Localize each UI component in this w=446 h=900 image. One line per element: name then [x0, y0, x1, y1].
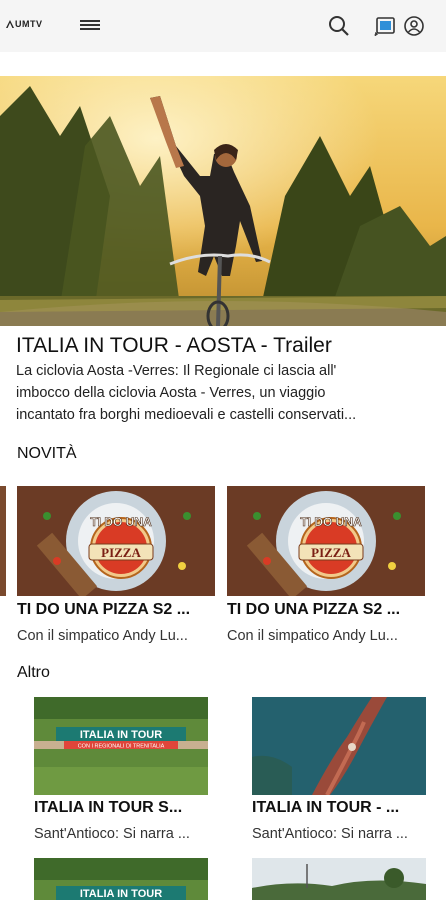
thumb-text: PIZZA [101, 545, 141, 560]
thumb-text: PIZZA [311, 545, 351, 560]
section-title-altro: Altro [17, 664, 50, 681]
altro-card-2-subtitle: Sant'Antioco: Si narra ... [252, 826, 408, 842]
hero-description-line: La ciclovia Aosta -Verres: Il Regionale … [16, 363, 337, 379]
hero-title[interactable]: ITALIA IN TOUR - AOSTA - Trailer [16, 334, 332, 358]
thumb-text: CON I REGIONALI DI TRENITALIA [78, 744, 165, 750]
altro-card-1-title[interactable]: ITALIA IN TOUR S... [34, 799, 214, 817]
altro-card-1-thumbnail[interactable]: ITALIA IN TOUR CON I REGIONALI DI TRENIT… [34, 697, 208, 795]
app-logo[interactable]: UMTV [6, 19, 43, 29]
altro-card-2-thumbnail[interactable] [252, 697, 426, 795]
altro-card-1-subtitle: Sant'Antioco: Si narra ... [34, 826, 190, 842]
hero-banner-image[interactable] [0, 76, 446, 326]
menu-icon[interactable] [80, 18, 100, 34]
account-icon[interactable] [402, 14, 426, 38]
hero-description-line: incantato fra borghi medioevali e castel… [16, 407, 357, 423]
thumb-text: TI DO UNA [90, 515, 152, 529]
thumb-text: ITALIA IN TOUR [80, 729, 162, 741]
thumb-text: TI DO UNA [300, 515, 362, 529]
hero-description-line: imbocco della ciclovia Aosta - Verres, u… [16, 385, 326, 401]
novita-card-1-thumbnail[interactable]: TI DO UNA PIZZA [17, 486, 215, 596]
novita-card-2-title[interactable]: TI DO UNA PIZZA S2 ... [227, 601, 427, 619]
top-app-bar: UMTV [0, 0, 446, 52]
altro-card-2-title[interactable]: ITALIA IN TOUR - ... [252, 799, 432, 817]
novita-card-2-subtitle: Con il simpatico Andy Lu... [227, 628, 398, 644]
hero-description: La ciclovia Aosta -Verres: Il Regionale … [16, 360, 428, 426]
novita-card-1-title[interactable]: TI DO UNA PIZZA S2 ... [17, 601, 217, 619]
altro-card-3-thumbnail[interactable]: ITALIA IN TOUR [34, 858, 208, 900]
cast-icon[interactable] [373, 14, 397, 38]
novita-card-1-subtitle: Con il simpatico Andy Lu... [17, 628, 188, 644]
carousel-card-partial[interactable] [0, 486, 6, 596]
search-icon[interactable] [327, 14, 351, 38]
section-title-novita: NOVITÀ [17, 445, 77, 462]
novita-card-2-thumbnail[interactable]: TI DO UNA PIZZA [227, 486, 425, 596]
altro-card-4-thumbnail[interactable] [252, 858, 426, 900]
thumb-text: ITALIA IN TOUR [80, 888, 162, 900]
